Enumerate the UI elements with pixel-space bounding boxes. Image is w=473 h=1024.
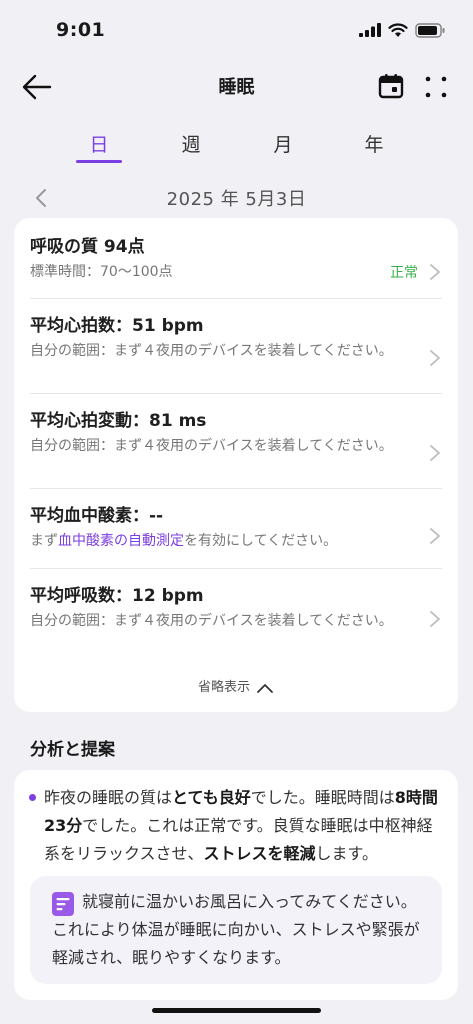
text-part: します。: [315, 844, 378, 863]
sub-prefix: まず: [30, 533, 58, 549]
metric-sub: まず血中酸素の自動測定を有効にしてください。: [30, 530, 442, 552]
tab-week[interactable]: 週: [161, 130, 221, 157]
sub-suffix: を有効にしてください。: [184, 533, 338, 549]
tip-box: 就寝前に温かいお風呂に入ってみてください。これにより体温が睡眠に向かい、ストレス…: [30, 876, 442, 984]
tab-month[interactable]: 月: [253, 130, 313, 157]
metric-title: 平均心拍数：51 bpm: [30, 316, 204, 336]
wifi-icon: [388, 22, 408, 37]
advice-text: 昨夜の睡眠の質はとても良好でした。睡眠時間は8時間23分でした。これは正常です。…: [44, 784, 446, 868]
chevron-right-icon: [430, 264, 440, 280]
bullet-dot: [29, 794, 36, 801]
metric-title: 平均血中酸素：--: [30, 506, 164, 526]
text-bold: ストレスを軽減: [203, 844, 316, 863]
chevron-right-icon: [430, 445, 440, 461]
advice-card: 昨夜の睡眠の質はとても良好でした。睡眠時間は8時間23分でした。これは正常です。…: [14, 770, 458, 1000]
chevron-left-icon[interactable]: [30, 186, 54, 210]
metric-hrv[interactable]: 平均心拍変動：81 ms 自分の範囲：まず４夜用のデバイスを装着してください。: [30, 406, 442, 489]
date-selector: 2025 年 5月3日: [0, 180, 473, 216]
metric-sub: 自分の範囲：まず４夜用のデバイスを装着してください。: [30, 343, 393, 359]
metric-title: 呼吸の質 94点: [30, 237, 145, 257]
text-part: 昨夜の睡眠の質は: [44, 788, 173, 807]
date-label: 2025 年 5月3日: [166, 189, 307, 210]
metric-respiratory-rate[interactable]: 平均呼吸数：12 bpm 自分の範囲：まず４夜用のデバイスを装着してください。: [30, 581, 442, 664]
chevron-right-icon: [430, 528, 440, 544]
metric-blood-oxygen[interactable]: 平均血中酸素：-- まず血中酸素の自動測定を有効にしてください。: [30, 501, 442, 569]
text-part: でした。睡眠時間は: [250, 788, 395, 807]
metric-sub: 自分の範囲：まず４夜用のデバイスを装着してください。: [30, 613, 393, 629]
metrics-card: 呼吸の質 94点 標準時間：70～100点 正常 平均心拍数：51 bpm 自分…: [14, 218, 458, 712]
text-bold: とても良好: [172, 788, 251, 807]
metric-heart-rate[interactable]: 平均心拍数：51 bpm 自分の範囲：まず４夜用のデバイスを装着してください。: [30, 311, 442, 394]
tab-indicator: [76, 160, 122, 163]
section-title: 分析と提案: [30, 740, 115, 760]
metric-title: 平均呼吸数：12 bpm: [30, 586, 204, 606]
battery-icon: [415, 22, 445, 38]
metric-sub: 自分の範囲：まず４夜用のデバイスを装着してください。: [30, 438, 393, 454]
period-tabs: 日 週 月 年: [0, 118, 473, 172]
metric-breathing-quality[interactable]: 呼吸の質 94点 標準時間：70～100点 正常: [30, 232, 442, 299]
collapse-button[interactable]: 省略表示: [14, 676, 458, 695]
nav-bar: 睡眠: [0, 60, 473, 112]
metric-sub: 標準時間：70～100点: [30, 264, 173, 280]
more-icon[interactable]: [424, 75, 448, 99]
status-bar: 9:01: [0, 0, 473, 60]
chevron-up-icon: [257, 683, 273, 693]
tab-day[interactable]: 日: [69, 130, 129, 157]
tab-year[interactable]: 年: [344, 130, 404, 157]
home-indicator: [152, 1008, 321, 1013]
chevron-right-icon: [430, 350, 440, 366]
status-badge: 正常: [390, 265, 418, 281]
chevron-right-icon: [430, 611, 440, 627]
signal-icon: [359, 23, 381, 37]
status-icons: [359, 22, 445, 38]
calendar-icon[interactable]: [378, 73, 404, 99]
tip-text: 就寝前に温かいお風呂に入ってみてください。これにより体温が睡眠に向かい、ストレス…: [52, 892, 420, 967]
collapse-label: 省略表示: [197, 680, 250, 695]
metric-title: 平均心拍変動：81 ms: [30, 411, 207, 431]
back-arrow-icon[interactable]: [20, 70, 54, 104]
auto-measure-link[interactable]: 血中酸素の自動測定: [58, 533, 184, 549]
page-title: 睡眠: [218, 77, 255, 98]
status-time: 9:01: [56, 19, 106, 41]
